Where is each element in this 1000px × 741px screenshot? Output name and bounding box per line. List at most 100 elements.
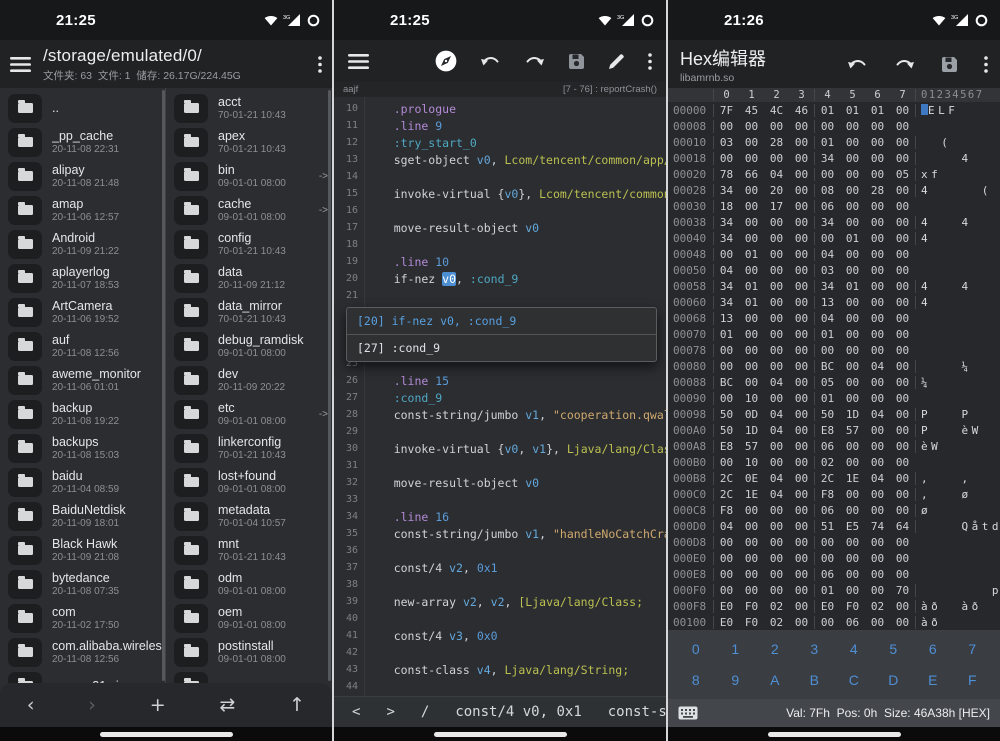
hex-byte[interactable]: 00 (865, 328, 890, 341)
hex-byte[interactable]: 04 (764, 376, 789, 389)
undo-icon[interactable] (847, 57, 868, 71)
code-line[interactable]: 32 move-result-object v0 (334, 474, 666, 491)
hex-byte[interactable]: 00 (739, 520, 764, 533)
hex-byte[interactable]: 00 (739, 216, 764, 229)
hex-byte[interactable]: 1E (739, 488, 764, 501)
hex-byte[interactable]: 34 (815, 152, 840, 165)
hex-byte[interactable]: 00 (739, 360, 764, 373)
code-line[interactable]: 40 (334, 610, 666, 627)
snippet-item[interactable]: < (352, 704, 360, 720)
hex-row[interactable]: 00100E0F0020000060000àð (668, 614, 1000, 630)
hex-byte[interactable]: 00 (739, 536, 764, 549)
file-item[interactable]: oem09-01-01 08:00 (166, 601, 332, 635)
code-line[interactable]: 27 :cond_9 (334, 389, 666, 406)
hex-byte[interactable]: 04 (714, 264, 739, 277)
hex-byte[interactable]: E0 (714, 616, 739, 629)
keyboard-icon[interactable] (678, 706, 698, 720)
hex-byte[interactable]: 00 (840, 136, 865, 149)
hex-byte[interactable]: 74 (865, 520, 890, 533)
hex-row[interactable]: 000080000000000000000 (668, 118, 1000, 134)
hex-byte[interactable]: 00 (890, 488, 915, 501)
hex-byte[interactable]: 00 (865, 312, 890, 325)
hex-row[interactable]: 000180000000034000000 4 (668, 150, 1000, 166)
hex-byte[interactable]: 00 (840, 536, 865, 549)
hex-byte[interactable]: 00 (764, 152, 789, 165)
hex-byte[interactable]: 00 (890, 120, 915, 133)
hex-byte[interactable]: 34 (714, 232, 739, 245)
hex-byte[interactable]: 10 (739, 392, 764, 405)
hex-row[interactable]: 00098500D0400501D0400P P (668, 406, 1000, 422)
hex-byte[interactable]: 00 (840, 168, 865, 181)
hex-byte[interactable]: 2C (815, 472, 840, 485)
hex-byte[interactable]: 00 (815, 168, 840, 181)
hex-byte[interactable]: 02 (865, 600, 890, 613)
hex-byte[interactable]: 00 (789, 280, 814, 293)
hex-byte[interactable]: 00 (789, 360, 814, 373)
hex-byte[interactable]: 00 (739, 136, 764, 149)
hex-byte[interactable]: 00 (890, 472, 915, 485)
code-line[interactable]: 19 .line 10 (334, 253, 666, 270)
popup-item[interactable]: [27] :cond_9 (347, 335, 656, 361)
hex-byte[interactable]: 00 (815, 552, 840, 565)
hex-byte[interactable]: 51 (815, 520, 840, 533)
scrollbar-right-pane[interactable] (328, 90, 331, 681)
hex-byte[interactable]: 00 (865, 552, 890, 565)
hex-byte[interactable]: 00 (789, 584, 814, 597)
hex-byte[interactable]: 00 (840, 120, 865, 133)
code-line[interactable]: 29 (334, 423, 666, 440)
hex-byte[interactable]: 00 (890, 504, 915, 517)
hex-byte[interactable]: 00 (714, 552, 739, 565)
hex-byte[interactable]: 00 (714, 456, 739, 469)
code-line[interactable]: 35 const-string/jumbo v1, "handleNoCatch… (334, 525, 666, 542)
hex-byte[interactable]: 0D (739, 408, 764, 421)
hex-byte[interactable]: 00 (890, 360, 915, 373)
hex-byte[interactable]: 00 (865, 456, 890, 469)
hex-byte[interactable]: 00 (789, 328, 814, 341)
code-line[interactable]: 15 invoke-virtual {v0}, Lcom/tencent/com… (334, 185, 666, 202)
hex-byte[interactable]: 00 (739, 200, 764, 213)
hex-row[interactable]: 000500400000003000000 (668, 262, 1000, 278)
hex-byte[interactable]: 00 (789, 472, 814, 485)
hex-byte[interactable]: 2C (714, 488, 739, 501)
hex-row[interactable]: 0006034010000130000004 (668, 294, 1000, 310)
hex-byte[interactable]: 00 (840, 488, 865, 501)
hex-byte[interactable]: 00 (764, 296, 789, 309)
hex-byte[interactable]: 06 (815, 568, 840, 581)
file-item[interactable]: debug_ramdisk09-01-01 08:00 (166, 329, 332, 363)
hex-key-5[interactable]: 5 (889, 641, 897, 657)
hex-byte[interactable]: 00 (865, 568, 890, 581)
hex-byte[interactable]: 00 (890, 152, 915, 165)
code-line[interactable]: 34 .line 16 (334, 508, 666, 525)
file-item[interactable]: .. (0, 91, 165, 125)
hex-byte[interactable]: 00 (890, 456, 915, 469)
hex-row[interactable]: 000B82C0E04002C1E0400, , (668, 470, 1000, 486)
overflow-menu-icon[interactable] (984, 56, 988, 73)
hex-byte[interactable]: F0 (840, 600, 865, 613)
edit-pencil-icon[interactable] (608, 53, 625, 70)
file-item[interactable]: baidu20-11-04 08:59 (0, 465, 165, 499)
forward-button[interactable]: › (88, 694, 96, 716)
hex-row[interactable]: 000E00000000000000000 (668, 550, 1000, 566)
hex-byte[interactable]: 00 (789, 440, 814, 453)
hex-byte[interactable]: 00 (789, 536, 814, 549)
hex-byte[interactable]: 00 (739, 376, 764, 389)
scrollbar-left-pane[interactable] (162, 90, 165, 681)
snippet-item[interactable]: const-stri (608, 704, 666, 720)
hex-key-2[interactable]: 2 (771, 641, 779, 657)
hex-byte[interactable]: 00 (714, 120, 739, 133)
file-item[interactable]: linkerconfig70-01-21 10:43 (166, 431, 332, 465)
snippet-item[interactable]: const/4 v0, 0x1 (455, 704, 581, 720)
file-item[interactable]: ArtCamera20-11-06 19:52 (0, 295, 165, 329)
hex-byte[interactable]: 04 (764, 168, 789, 181)
hex-byte[interactable]: 00 (739, 152, 764, 165)
hex-row[interactable]: 000C8F800000006000000ø (668, 502, 1000, 518)
hex-byte[interactable]: 01 (714, 328, 739, 341)
hex-row[interactable]: 000D00400000051E57464 Qåtd (668, 518, 1000, 534)
hex-byte[interactable]: 00 (789, 456, 814, 469)
hex-byte[interactable]: 00 (840, 200, 865, 213)
hex-byte[interactable]: 03 (714, 136, 739, 149)
file-item[interactable]: config70-01-21 10:43 (166, 227, 332, 261)
hex-byte[interactable]: 00 (789, 264, 814, 277)
hex-byte[interactable]: 00 (890, 376, 915, 389)
hex-byte[interactable]: 01 (840, 232, 865, 245)
